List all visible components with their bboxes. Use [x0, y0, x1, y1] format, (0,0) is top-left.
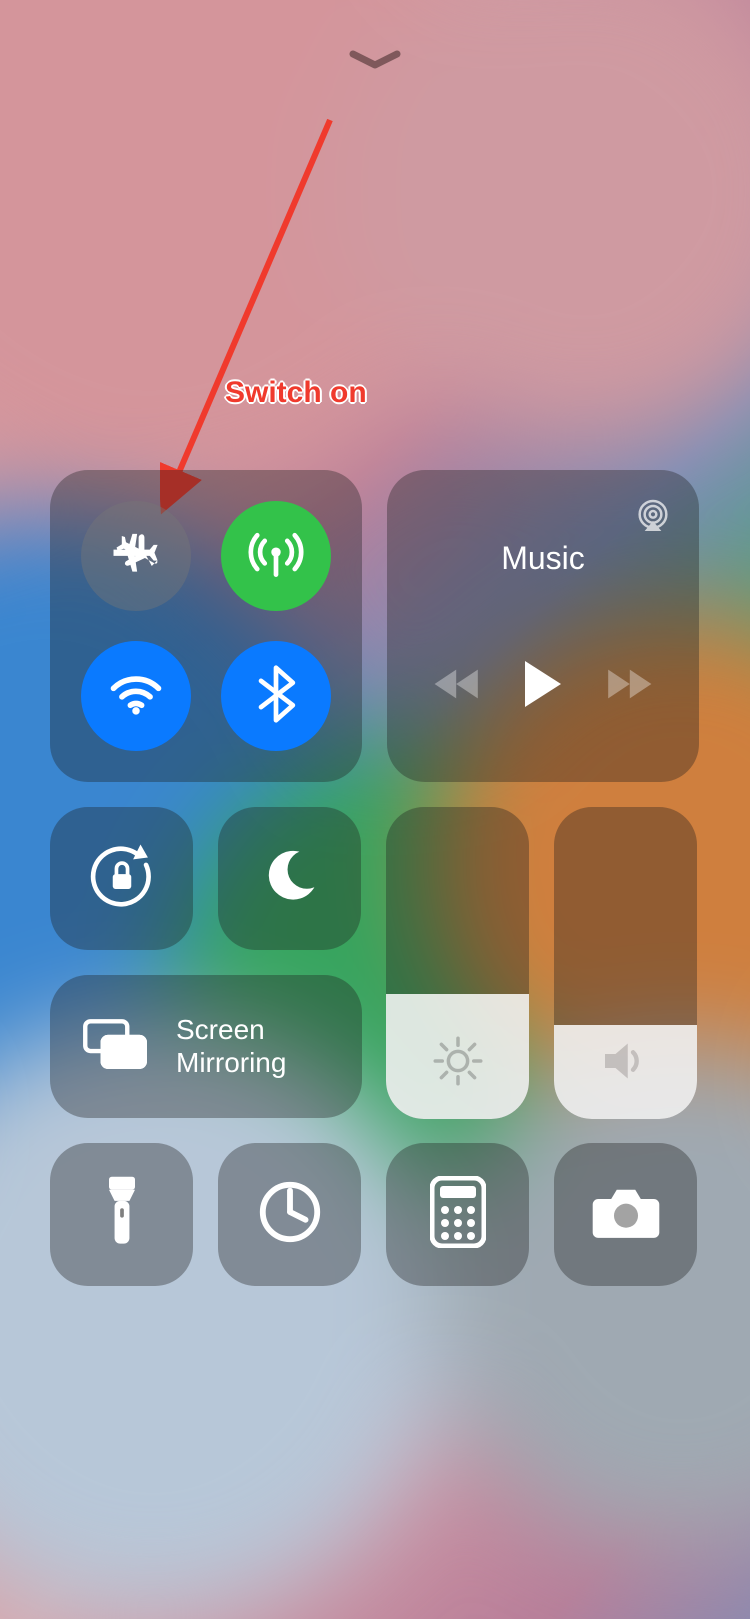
rewind-button[interactable] [431, 664, 485, 709]
forward-button[interactable] [601, 664, 655, 709]
orientation-lock-toggle[interactable] [50, 807, 193, 950]
connectivity-module [50, 470, 362, 782]
play-icon [521, 659, 565, 714]
airplane-icon [108, 526, 164, 587]
brightness-slider[interactable] [386, 807, 529, 1119]
flashlight-icon [99, 1173, 145, 1256]
timer-button[interactable] [218, 1143, 361, 1286]
screen-mirroring-icon [80, 1016, 150, 1077]
rewind-icon [431, 664, 485, 709]
wifi-icon [106, 664, 166, 729]
media-title: Music [405, 540, 681, 577]
flashlight-button[interactable] [50, 1143, 193, 1286]
calculator-button[interactable] [386, 1143, 529, 1286]
screen-mirroring-button[interactable]: Screen Mirroring [50, 975, 362, 1118]
do-not-disturb-toggle[interactable] [218, 807, 361, 950]
moon-icon [260, 846, 320, 911]
annotation-text: Switch on [225, 376, 367, 410]
screen-mirroring-label: Screen Mirroring [176, 1014, 332, 1078]
cellular-data-toggle[interactable] [221, 501, 331, 611]
airplane-mode-toggle[interactable] [81, 501, 191, 611]
chevron-down-icon[interactable] [349, 48, 401, 77]
airplay-icon[interactable] [633, 496, 673, 541]
media-module: Music [387, 470, 699, 782]
play-button[interactable] [521, 659, 565, 714]
wifi-toggle[interactable] [81, 641, 191, 751]
timer-icon [255, 1177, 325, 1252]
camera-button[interactable] [554, 1143, 697, 1286]
rotation-lock-icon [85, 839, 159, 918]
bluetooth-toggle[interactable] [221, 641, 331, 751]
bluetooth-icon [252, 664, 300, 729]
calculator-icon [430, 1176, 486, 1253]
cellular-antenna-icon [246, 524, 306, 589]
forward-icon [601, 664, 655, 709]
camera-icon [589, 1183, 663, 1246]
volume-slider[interactable] [554, 807, 697, 1119]
